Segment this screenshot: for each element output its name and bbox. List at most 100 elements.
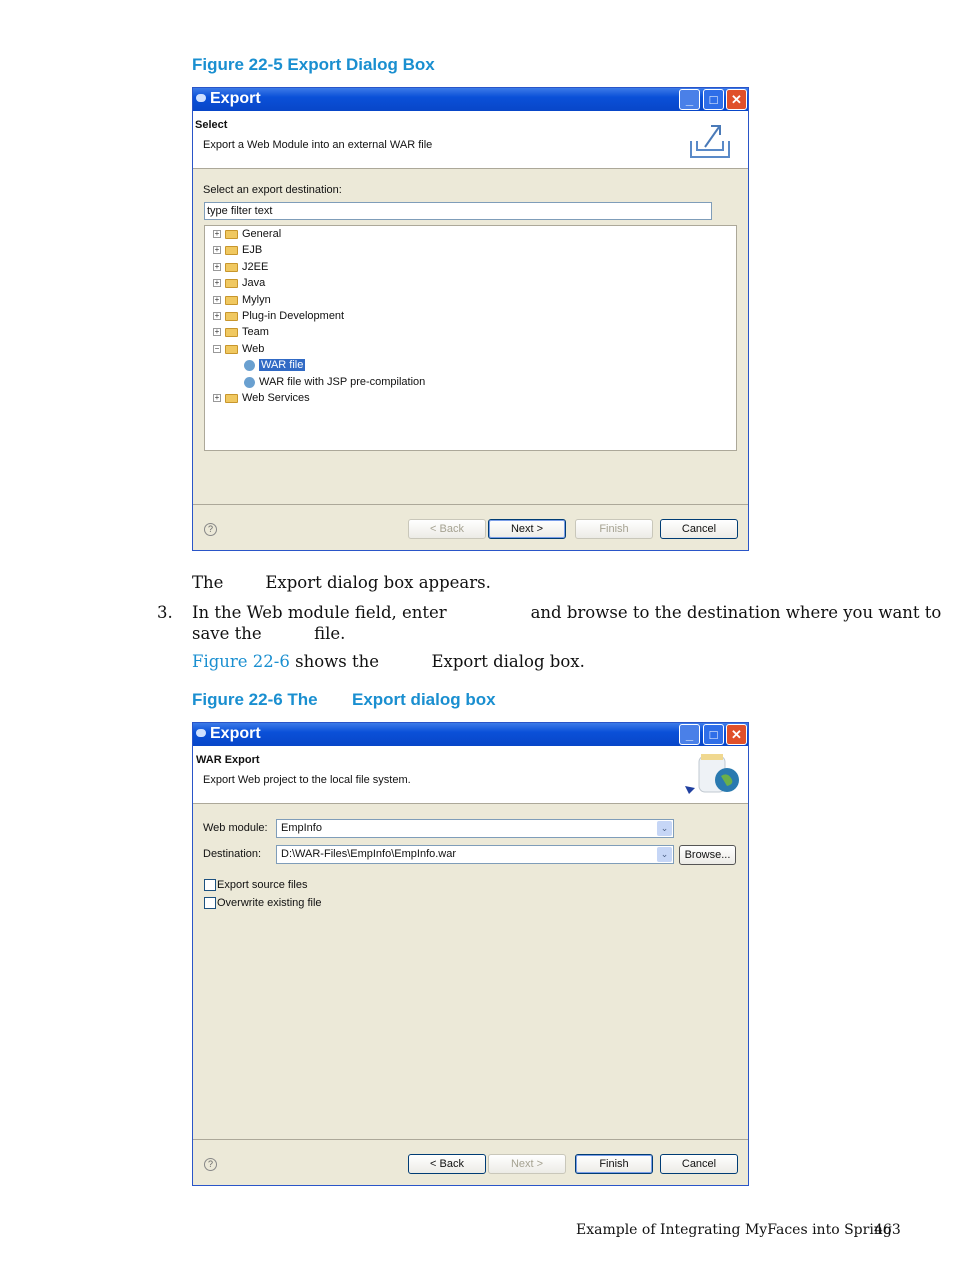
cancel-button[interactable]: Cancel: [660, 1154, 738, 1174]
tree-label: EJB: [242, 244, 263, 256]
tree-label: Java: [242, 277, 266, 289]
filter-label: Select an export destination:: [203, 184, 342, 196]
folder-icon: [225, 245, 238, 255]
export-source-checkbox[interactable]: Export source files: [204, 879, 307, 893]
war-icon: [244, 376, 255, 388]
step-text: In the Web module field, enter and brows…: [192, 603, 942, 622]
paragraph-2: Figure 22-6 shows the Export dialog box.: [192, 652, 585, 671]
export-icon: [690, 125, 730, 158]
expand-icon[interactable]: +: [213, 263, 221, 272]
combo-value: D:\WAR-Files\EmpInfo\EmpInfo.war: [281, 848, 457, 860]
expand-icon[interactable]: +: [213, 230, 221, 239]
header-description: Export a Web Module into an external WAR…: [203, 139, 433, 151]
figure-caption-2: Figure 22-6 The: [192, 690, 318, 709]
destination-tree[interactable]: + General + EJB + J2EE + Java + Mylyn + Plug-i…: [204, 225, 737, 451]
checkbox-label: Export source files: [217, 879, 308, 891]
title-bar: Export _ □ ✕: [193, 88, 748, 111]
expand-icon[interactable]: +: [213, 279, 221, 288]
next-button[interactable]: Next >: [488, 519, 566, 539]
figure-link[interactable]: Figure 22-6: [192, 652, 290, 671]
close-button[interactable]: ✕: [726, 724, 747, 745]
chevron-down-icon[interactable]: ⌄: [657, 847, 672, 862]
tree-item-plugin-development[interactable]: + Plug-in Development: [213, 308, 344, 324]
tree-label: Mylyn: [242, 294, 271, 306]
overwrite-checkbox[interactable]: Overwrite existing file: [204, 897, 322, 911]
help-icon[interactable]: ?: [204, 1158, 217, 1171]
maximize-button[interactable]: □: [703, 89, 724, 110]
minimize-button[interactable]: _: [679, 89, 700, 110]
figure-caption-2b: Export dialog box: [352, 690, 496, 709]
header-description: Export Web project to the local file sys…: [203, 774, 411, 786]
figure-caption: Figure 22-5 Export Dialog Box: [192, 55, 435, 74]
tree-label: Team: [242, 326, 269, 338]
folder-icon: [225, 327, 238, 337]
tree-label: Web Services: [242, 392, 310, 404]
tree-item-war-jsp[interactable]: WAR file with JSP pre-compilation: [244, 374, 425, 390]
expand-icon[interactable]: +: [213, 312, 221, 321]
filter-input[interactable]: type filter text: [204, 202, 712, 220]
tree-label: J2EE: [242, 261, 269, 273]
web-module-combo[interactable]: EmpInfo ⌄: [276, 819, 674, 838]
tree-item-j2ee[interactable]: + J2EE: [213, 259, 268, 275]
divider: [193, 504, 748, 505]
destination-label: Destination:: [203, 848, 262, 860]
tree-item-team[interactable]: + Team: [213, 324, 269, 340]
finish-button[interactable]: Finish: [575, 519, 653, 539]
back-button[interactable]: < Back: [408, 1154, 486, 1174]
checkbox-icon[interactable]: [204, 897, 216, 910]
tree-item-web[interactable]: − Web: [213, 341, 264, 357]
export-dialog-select: Export _ □ ✕ Select Export a Web Module …: [192, 87, 749, 551]
expand-icon[interactable]: +: [213, 246, 221, 255]
war-jar-globe-icon: [685, 754, 739, 794]
minimize-button[interactable]: _: [679, 724, 700, 745]
tree-item-war-file[interactable]: WAR file: [244, 357, 306, 373]
maximize-button[interactable]: □: [703, 724, 724, 745]
tree-label: WAR file with JSP pre-compilation: [259, 376, 426, 388]
expand-icon[interactable]: +: [213, 296, 221, 305]
folder-icon: [225, 295, 238, 305]
title-bar: Export _ □ ✕: [193, 723, 748, 746]
paragraph: The Export dialog box appears.: [192, 573, 491, 592]
dialog-header: WAR Export Export Web project to the loc…: [193, 746, 748, 804]
close-button[interactable]: ✕: [726, 89, 747, 110]
eclipse-icon: [196, 94, 206, 102]
tree-label: Plug-in Development: [242, 310, 345, 322]
tree-label: WAR file: [259, 359, 306, 371]
combo-value: EmpInfo: [281, 822, 322, 834]
checkbox-icon[interactable]: [204, 879, 216, 892]
chevron-down-icon[interactable]: ⌄: [657, 821, 672, 836]
eclipse-icon: [196, 729, 206, 737]
tree-item-java[interactable]: + Java: [213, 275, 265, 291]
next-button[interactable]: Next >: [488, 1154, 566, 1174]
step-number: 3.: [157, 603, 173, 622]
header-title: Select: [195, 119, 228, 131]
folder-icon: [225, 262, 238, 272]
tree-label: General: [242, 228, 282, 240]
folder-icon: [225, 229, 238, 239]
step-text-2: save the file.: [192, 624, 346, 643]
finish-button[interactable]: Finish: [575, 1154, 653, 1174]
browse-button[interactable]: Browse...: [679, 845, 736, 865]
expand-icon[interactable]: +: [213, 328, 221, 337]
checkbox-label: Overwrite existing file: [217, 897, 322, 909]
paragraph-text: shows the Export dialog box.: [289, 652, 585, 671]
destination-combo[interactable]: D:\WAR-Files\EmpInfo\EmpInfo.war ⌄: [276, 845, 674, 864]
dialog-title: Export: [210, 725, 261, 742]
folder-icon: [225, 393, 238, 403]
war-icon: [244, 359, 255, 371]
tree-label: Web: [242, 343, 265, 355]
tree-item-general[interactable]: + General: [213, 226, 281, 242]
tree-item-web-services[interactable]: + Web Services: [213, 390, 310, 406]
footer-title: Example of Integrating MyFaces into Spri…: [576, 1222, 892, 1238]
help-icon[interactable]: ?: [204, 523, 217, 536]
expand-icon[interactable]: +: [213, 394, 221, 403]
cancel-button[interactable]: Cancel: [660, 519, 738, 539]
back-button[interactable]: < Back: [408, 519, 486, 539]
dialog-header: Select Export a Web Module into an exter…: [193, 111, 748, 169]
collapse-icon[interactable]: −: [213, 345, 221, 354]
divider: [193, 1139, 748, 1140]
tree-item-mylyn[interactable]: + Mylyn: [213, 292, 271, 308]
dialog-title: Export: [210, 90, 261, 107]
folder-icon: [225, 278, 238, 288]
tree-item-ejb[interactable]: + EJB: [213, 242, 262, 258]
